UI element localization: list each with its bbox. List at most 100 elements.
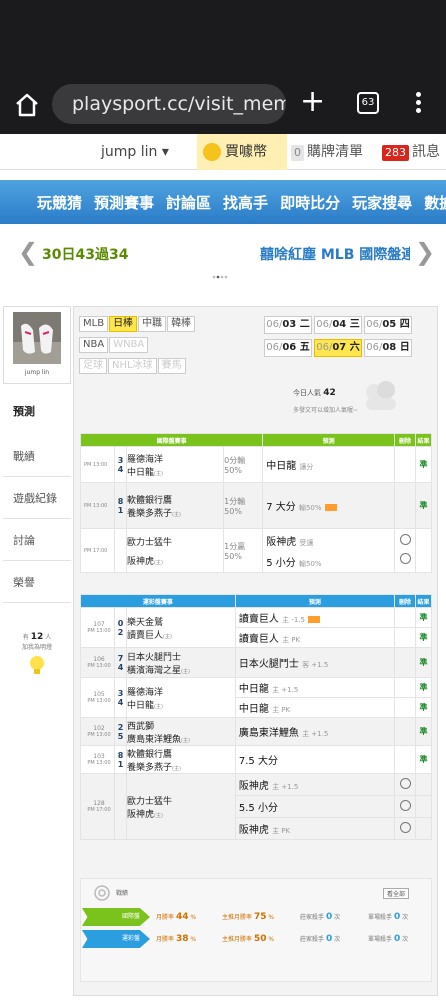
profile-card: jump lin (3, 306, 71, 384)
table-row: 105 PM 13:00 34 羅德海洋 中日龍(主) 中日龍 主 +1.5 準 (80, 677, 432, 718)
nav-predict[interactable]: 預測賽事 (94, 192, 154, 213)
league-horse[interactable]: 賽馬 (157, 358, 186, 374)
nav-data[interactable]: 數據 (424, 192, 446, 213)
address-bar[interactable]: playsport.cc/visit_memb (52, 84, 286, 124)
user-bar: jump lin ▾ 買噱幣 0 購牌清單 283 訊息 (0, 134, 446, 170)
league-nba[interactable]: NBA (79, 337, 109, 353)
stats-label: 戰績 (116, 890, 129, 897)
sidebar-item-predict[interactable]: 預測 (3, 392, 71, 432)
nav-find-expert[interactable]: 找高手 (223, 192, 268, 213)
popularity-hint: 多發文可以增加人氣喔~ (293, 407, 359, 414)
table-row: 102 PM 13:00 25 西武獅 廣島東洋鯉魚(主) 廣島東洋鯉魚 主 +1.… (80, 717, 432, 746)
sidebar-item-record[interactable]: 戰績 (3, 437, 71, 477)
date-tab[interactable]: 06/06 五 (264, 339, 312, 357)
game-code-time: 107 PM 13:00 (80, 607, 115, 648)
overflow-menu-icon[interactable] (416, 90, 422, 114)
teams: 軟體銀行鷹 養樂多燕子(主) (126, 745, 236, 774)
date-tab-selected[interactable]: 06/07 六 (314, 339, 362, 357)
result: 準 (415, 697, 432, 718)
teams: 西武獅 廣島東洋鯉魚(主) (126, 717, 236, 746)
username-dropdown[interactable]: jump lin ▾ (101, 134, 169, 170)
prediction: 7 大分 輸50% (262, 482, 395, 529)
score: 25 (114, 717, 127, 746)
score: 02 (114, 607, 127, 648)
nav-forum[interactable]: 討論區 (166, 192, 211, 213)
cart-link[interactable]: 0 購牌清單 (291, 134, 363, 170)
fan-count-widget[interactable]: 有 12 人 加我為明燈 (3, 616, 71, 686)
url-text[interactable]: playsport.cc/visit_memb (72, 93, 286, 115)
view-all-button[interactable]: 看全部 (383, 888, 410, 899)
ticker-item[interactable]: 囍啥紅塵 MLB 國際盤連 (260, 244, 410, 264)
delete-radio[interactable] (399, 821, 411, 833)
game-time: PM 13:00 (80, 482, 115, 529)
delete-cell (394, 482, 416, 529)
nav-player-search[interactable]: 玩家搜尋 (352, 192, 412, 213)
date-selector: 06/03 二 06/04 三 06/05 四 06/06 五 06/07 六 06/0… (264, 316, 436, 362)
ticker-carousel: ❮ 30日43過34 囍啥紅塵 MLB 國際盤連 ❯ (0, 236, 446, 270)
league-wnba[interactable]: WNBA (109, 337, 149, 353)
chevron-left-icon[interactable]: ❮ (18, 240, 38, 264)
delete-radio[interactable] (399, 553, 411, 564)
fan-suffix: 人 (45, 634, 52, 641)
score: 34 (114, 446, 127, 483)
odds: 1分輸 50% (223, 482, 264, 529)
result (415, 795, 432, 818)
prediction: 阪神虎 受讓 5 小分 輸50% (262, 528, 395, 573)
league-cpbl[interactable]: 中職 (138, 316, 167, 332)
monthly-win-rate: 月勝率 38 % (156, 934, 197, 944)
table-row: 106 PM 13:00 74 日本火腿鬥士 橫濱海灣之星(主) 日本火腿鬥士 客 … (80, 647, 432, 678)
sidebar-item-discussion[interactable]: 討論 (3, 521, 71, 561)
nav-live-score[interactable]: 即時比分 (280, 192, 340, 213)
banker-killer: 莊家殺手 0 次 (300, 912, 341, 922)
date-tab[interactable]: 06/04 三 (314, 316, 362, 334)
result: 準 (415, 677, 432, 698)
tab-switcher-button[interactable]: 63 (357, 92, 379, 114)
game-code-time: 105 PM 13:00 (80, 677, 115, 718)
teams: 羅德海洋 中日龍(主) (125, 446, 225, 483)
messages-link[interactable]: 283 訊息 (382, 134, 440, 170)
date-tab[interactable]: 06/05 四 (364, 316, 412, 334)
delete-cell (394, 697, 416, 718)
avatar[interactable] (13, 312, 61, 364)
teams: 羅德海洋 中日龍(主) (126, 677, 236, 718)
score: 81 (114, 482, 127, 529)
profile-name: jump lin (24, 369, 50, 376)
prediction: 中日龍 主 +1.5 (234, 677, 396, 698)
vip-icon (308, 615, 321, 623)
league-kbo[interactable]: 韓棒 (167, 316, 196, 332)
odds: 1分贏 50% (223, 528, 264, 573)
buy-coins-button[interactable]: 買噱幣 (197, 134, 287, 170)
delete-radio[interactable] (399, 799, 411, 811)
chevron-right-icon[interactable]: ❯ (415, 240, 435, 264)
nav-play-guess[interactable]: 玩競猜 (37, 192, 82, 213)
fan-sub: 加我為明燈 (21, 644, 52, 651)
buy-coins-label: 買噱幣 (225, 144, 267, 160)
league-filter: MLB 日棒 中職 韓棒 NBA WNBA 足球 NHL冰球 賽馬 (79, 316, 259, 379)
game-code-time: 103 PM 13:00 (80, 745, 115, 774)
teams: 日本火腿鬥士 橫濱海灣之星(主) (126, 647, 236, 678)
date-tab[interactable]: 06/03 二 (264, 316, 312, 334)
sidebar-item-game-log[interactable]: 遊戲紀錄 (3, 479, 71, 519)
delete-radio[interactable] (399, 777, 411, 789)
vip-icon (324, 503, 337, 511)
delete-radio[interactable] (399, 534, 411, 545)
single-game-killer: 單場殺手 0 次 (368, 934, 409, 944)
game-time: PM 17:00 (80, 528, 115, 573)
result: 準 (415, 717, 432, 746)
new-tab-icon[interactable]: + (300, 86, 325, 118)
result: 準 (415, 446, 432, 483)
ticker-item[interactable]: 30日43過34 (42, 244, 128, 264)
game-time: PM 13:00 (80, 446, 115, 483)
date-tab[interactable]: 06/08 日 (364, 339, 412, 357)
league-soccer[interactable]: 足球 (79, 358, 107, 374)
league-npb[interactable]: 日棒 (109, 316, 138, 332)
league-nhl[interactable]: NHL冰球 (108, 358, 157, 374)
home-icon[interactable] (14, 92, 40, 118)
sidebar-item-honor[interactable]: 榮譽 (3, 563, 71, 603)
prediction: 中日龍 讓分 (262, 446, 395, 483)
popularity-value: 42 (323, 388, 336, 398)
league-mlb[interactable]: MLB (79, 316, 109, 332)
result (415, 773, 432, 796)
tw-header-game: 運彩盤賽事 (80, 594, 236, 608)
crowd-icon (366, 381, 396, 410)
